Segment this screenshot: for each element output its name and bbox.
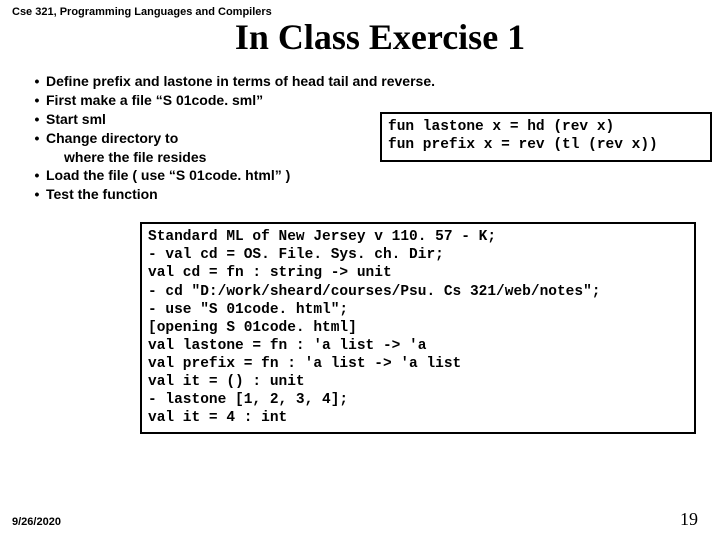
bullet-text: Load the file ( use “S 01code. html” ) bbox=[46, 166, 720, 185]
code-defs-box: fun lastone x = hd (rev x) fun prefix x … bbox=[380, 112, 712, 162]
bullet-dot-icon: • bbox=[28, 166, 46, 185]
code-session-box: Standard ML of New Jersey v 110. 57 - K;… bbox=[140, 222, 696, 433]
bullet-spacer bbox=[28, 148, 46, 167]
bullet-text: First make a file “S 01code. sml” bbox=[46, 91, 720, 110]
bullet-dot-icon: • bbox=[28, 72, 46, 91]
bullet-dot-icon: • bbox=[28, 110, 46, 129]
bullet-text: Test the function bbox=[46, 185, 720, 204]
bullet-text: Define prefix and lastone in terms of he… bbox=[46, 72, 720, 91]
bullet-item: •Define prefix and lastone in terms of h… bbox=[28, 72, 720, 91]
bullet-item: •First make a file “S 01code. sml” bbox=[28, 91, 720, 110]
slide-title: In Class Exercise 1 bbox=[40, 16, 720, 58]
bullet-dot-icon: • bbox=[28, 185, 46, 204]
footer-page: 19 bbox=[680, 509, 698, 530]
bullet-dot-icon: • bbox=[28, 129, 46, 148]
bullet-dot-icon: • bbox=[28, 91, 46, 110]
bullet-item: •Load the file ( use “S 01code. html” ) bbox=[28, 166, 720, 185]
footer-date: 9/26/2020 bbox=[12, 516, 61, 528]
bullet-item: •Test the function bbox=[28, 185, 720, 204]
